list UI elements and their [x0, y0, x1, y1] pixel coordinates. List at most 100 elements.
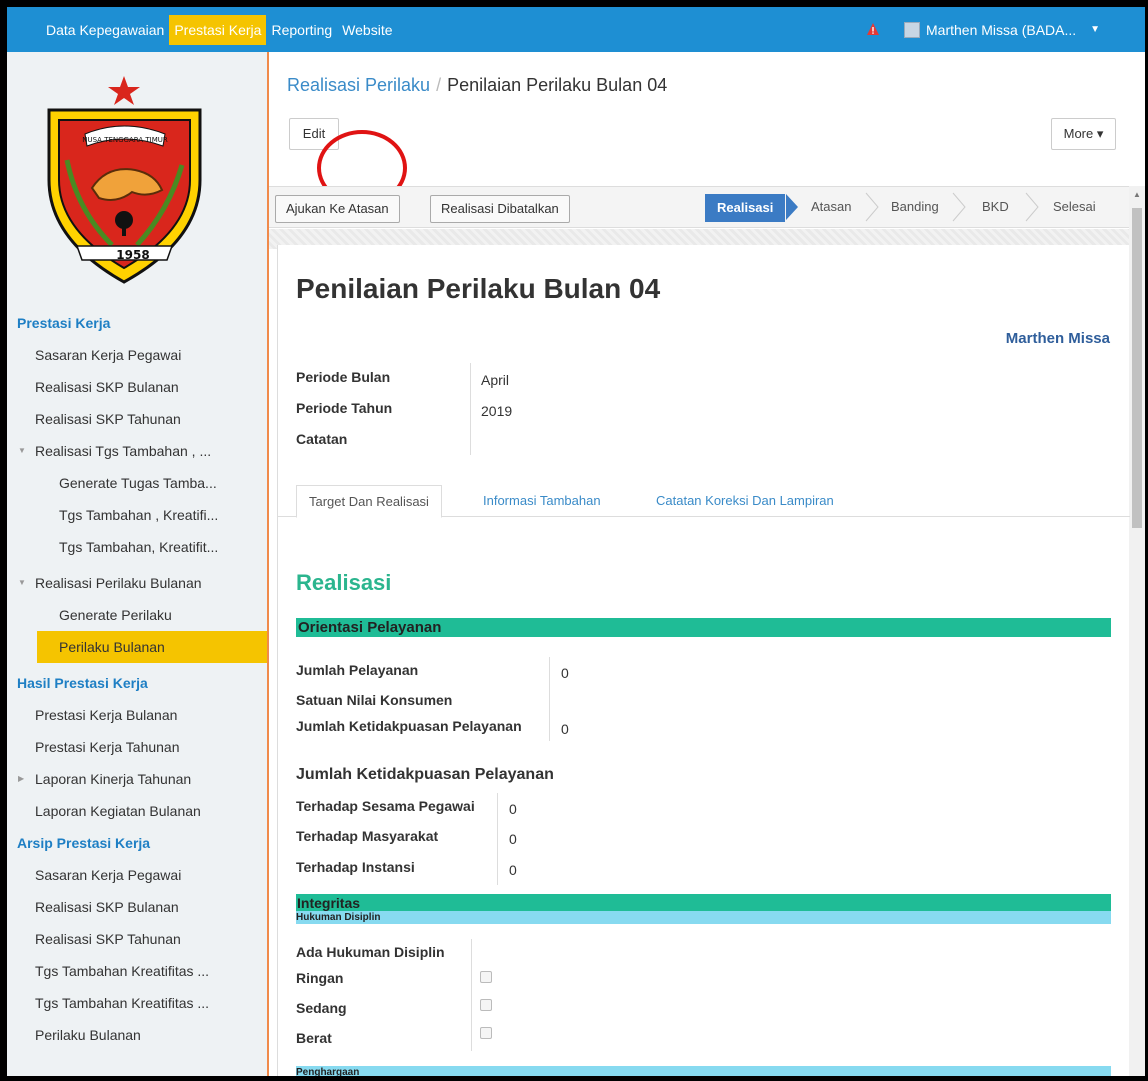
scroll-up-icon[interactable]: ▲	[1133, 190, 1141, 199]
masyarakat-label: Terhadap Masyarakat	[296, 828, 439, 844]
user-menu[interactable]: Marthen Missa (BADA... ▼	[904, 7, 1100, 52]
periode-tahun-value: 2019	[481, 403, 513, 419]
sidebar-item-arsip-tgs-1[interactable]: Tgs Tambahan Kreatifitas ...	[7, 955, 267, 987]
sidebar-item-arsip-skp-tahunan[interactable]: Realisasi SKP Tahunan	[7, 923, 267, 955]
sidebar-item-laporan-kinerja[interactable]: ▶ Laporan Kinerja Tahunan	[7, 763, 267, 795]
sidebar-item-sasaran-kerja[interactable]: Sasaran Kerja Pegawai	[7, 339, 267, 371]
page-title: Penilaian Perilaku Bulan 04	[296, 273, 661, 304]
warning-icon[interactable]	[866, 22, 880, 36]
form-sheet: Penilaian Perilaku Bulan 04 Marthen Miss…	[277, 245, 1130, 1076]
stage-realisasi[interactable]: Realisasi	[705, 194, 786, 222]
jumlah-pelayanan-label: Jumlah Pelayanan	[296, 662, 419, 678]
realisasi-dibatalkan-button[interactable]: Realisasi Dibatalkan	[430, 195, 570, 223]
sidebar-item-label: Realisasi Tgs Tambahan , ...	[35, 443, 212, 459]
sidebar-item-arsip-tgs-2[interactable]: Tgs Tambahan Kreatifitas ...	[7, 987, 267, 1019]
orientasi-pelayanan-bar: Orientasi Pelayanan	[296, 618, 1111, 637]
instansi-label: Terhadap Instansi	[296, 859, 415, 875]
scrollbar[interactable]: ▲	[1129, 186, 1145, 1076]
tab-catatan-koreksi[interactable]: Catatan Koreksi Dan Lampiran	[656, 485, 834, 518]
status-bar: Ajukan Ke Atasan Realisasi Dibatalkan Re…	[269, 186, 1129, 228]
logo-banner-text: NUSA TENGGARA TIMUR	[82, 136, 168, 144]
collapse-arrow-icon[interactable]: ▼	[18, 567, 26, 599]
sidebar-item-generate-tugas[interactable]: Generate Tugas Tamba...	[7, 467, 267, 499]
ringan-checkbox[interactable]	[480, 971, 492, 983]
sedang-label: Sedang	[296, 1000, 347, 1016]
berat-label: Berat	[296, 1030, 332, 1046]
sidebar-item-realisasi-tgs-tambahan[interactable]: ▼ Realisasi Tgs Tambahan , ...	[7, 435, 267, 467]
integritas-bar: Integritas	[296, 894, 1111, 911]
sidebar-item-arsip-sasaran[interactable]: Sasaran Kerja Pegawai	[7, 859, 267, 891]
avatar	[904, 21, 920, 38]
masyarakat-value: 0	[509, 831, 517, 847]
collapse-arrow-icon[interactable]: ▼	[18, 435, 26, 467]
menu-reporting[interactable]: Reporting	[266, 15, 337, 45]
sidebar-item-tgs-tambahan-2[interactable]: Tgs Tambahan, Kreatifit...	[7, 531, 267, 563]
chevron-right-icon	[1025, 192, 1039, 222]
jumlah-pelayanan-value: 0	[561, 665, 569, 681]
ringan-label: Ringan	[296, 970, 344, 986]
periode-bulan-value: April	[481, 372, 510, 388]
sidebar-item-arsip-perilaku[interactable]: Perilaku Bulanan	[7, 1019, 267, 1051]
sidebar-item-prestasi-tahunan[interactable]: Prestasi Kerja Tahunan	[7, 731, 267, 763]
chevron-right-icon	[865, 192, 879, 222]
sidebar-item-tgs-tambahan-1[interactable]: Tgs Tambahan , Kreatifi...	[7, 499, 267, 531]
sidebar-section-hasil-prestasi: Hasil Prestasi Kerja	[17, 675, 148, 691]
sidebar-item-generate-perilaku[interactable]: Generate Perilaku	[7, 599, 267, 631]
sidebar-item-prestasi-bulanan[interactable]: Prestasi Kerja Bulanan	[7, 699, 267, 731]
scrollbar-thumb[interactable]	[1132, 208, 1142, 528]
stage-atasan[interactable]: Atasan	[811, 187, 851, 228]
section-title-realisasi: Realisasi	[296, 570, 392, 595]
tab-target-dan-realisasi[interactable]: Target Dan Realisasi	[296, 485, 442, 518]
catatan-label: Catatan	[296, 431, 348, 447]
sidebar: NUSA TENGGARA TIMUR 1958 Prestasi Kerja …	[7, 52, 269, 1076]
sidebar-item-realisasi-skp-bulanan[interactable]: Realisasi SKP Bulanan	[7, 371, 267, 403]
main-content: Realisasi Perilaku / Penilaian Perilaku Bu…	[269, 52, 1145, 1076]
stage-bkd[interactable]: BKD	[982, 187, 1009, 228]
instansi-value: 0	[509, 862, 517, 878]
employee-name: Marthen Missa	[1005, 330, 1110, 347]
sidebar-item-laporan-kegiatan[interactable]: Laporan Kegiatan Bulanan	[7, 795, 267, 827]
ajukan-ke-atasan-button[interactable]: Ajukan Ke Atasan	[275, 195, 400, 223]
sidebar-section-prestasi-kerja: Prestasi Kerja	[17, 315, 111, 331]
divider	[497, 793, 498, 885]
tab-informasi-tambahan[interactable]: Informasi Tambahan	[483, 485, 601, 518]
stage-selesai[interactable]: Selesai	[1053, 187, 1096, 228]
ada-hukuman-label: Ada Hukuman Disiplin	[296, 944, 445, 960]
menu-data-kepegawaian[interactable]: Data Kepegawaian	[41, 15, 169, 45]
more-button[interactable]: More ▾	[1051, 118, 1116, 150]
divider	[471, 939, 472, 1051]
divider	[470, 363, 471, 455]
sidebar-item-realisasi-perilaku[interactable]: ▼ Realisasi Perilaku Bulanan	[7, 567, 267, 599]
menu-website[interactable]: Website	[337, 15, 397, 45]
chevron-down-icon: ▼	[1090, 24, 1101, 35]
sesama-pegawai-label: Terhadap Sesama Pegawai	[296, 798, 475, 814]
ketidakpuasan-value: 0	[561, 721, 569, 737]
berat-checkbox[interactable]	[480, 1027, 492, 1039]
satuan-nilai-label: Satuan Nilai Konsumen	[296, 692, 453, 708]
user-name: Marthen Missa (BADA...	[926, 21, 1077, 38]
logo-year-text: 1958	[116, 248, 149, 262]
top-menu: Data Kepegawaian Prestasi Kerja Reportin…	[41, 7, 398, 52]
tab-bar: Target Dan Realisasi Informasi Tambahan …	[278, 479, 1130, 518]
sedang-checkbox[interactable]	[480, 999, 492, 1011]
stage-banding[interactable]: Banding	[891, 187, 939, 228]
sidebar-item-perilaku-bulanan[interactable]: Perilaku Bulanan	[37, 631, 267, 663]
menu-prestasi-kerja[interactable]: Prestasi Kerja	[169, 14, 267, 45]
sesama-pegawai-value: 0	[509, 801, 517, 817]
province-logo: NUSA TENGGARA TIMUR 1958	[47, 76, 202, 284]
sidebar-item-realisasi-skp-tahunan[interactable]: Realisasi SKP Tahunan	[7, 403, 267, 435]
expand-arrow-icon[interactable]: ▶	[18, 763, 24, 795]
penghargaan-bar: Penghargaan	[296, 1066, 1111, 1076]
chevron-right-icon	[786, 194, 798, 220]
sidebar-item-arsip-skp-bulanan[interactable]: Realisasi SKP Bulanan	[7, 891, 267, 923]
sidebar-menu: Prestasi Kerja Sasaran Kerja Pegawai Rea…	[7, 307, 267, 1051]
periode-tahun-label: Periode Tahun	[296, 400, 393, 416]
top-navbar: Data Kepegawaian Prestasi Kerja Reportin…	[7, 7, 1145, 52]
breadcrumb-current: Penilaian Perilaku Bulan 04	[447, 75, 668, 95]
periode-bulan-label: Periode Bulan	[296, 369, 391, 385]
chevron-right-icon	[952, 192, 966, 222]
ketidakpuasan-label: Jumlah Ketidakpuasan Pelayanan	[296, 718, 522, 734]
breadcrumb-parent-link[interactable]: Realisasi Perilaku	[287, 75, 430, 95]
app-window: Data Kepegawaian Prestasi Kerja Reportin…	[7, 7, 1145, 1076]
subheading-ketidakpuasan: Jumlah Ketidakpuasan Pelayanan	[296, 766, 554, 783]
